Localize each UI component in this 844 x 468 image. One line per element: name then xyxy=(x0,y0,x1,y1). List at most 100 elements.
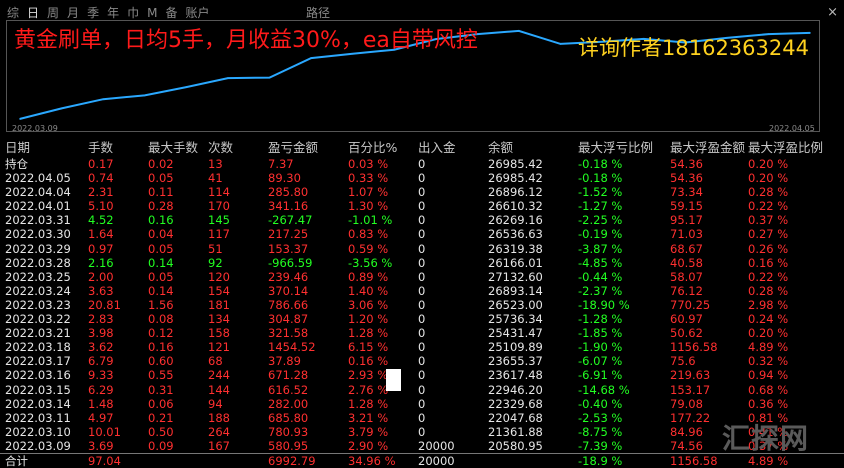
table-row[interactable]: 2022.03.21 3.98 0.12 158 321.58 1.28 % 0 25431.… xyxy=(0,326,844,340)
cell-flow: 0 xyxy=(418,297,426,312)
total-pct: 34.96 % xyxy=(348,453,396,468)
cell-pnl: 285.80 xyxy=(268,185,309,200)
table-row[interactable]: 2022.03.30 1.64 0.04 117 217.25 0.83 % 0 26536.… xyxy=(0,227,844,241)
cell-max-dd: -0.40 % xyxy=(578,396,623,411)
cell-pnl: 7.37 xyxy=(268,157,294,171)
cell-lots: 3.63 xyxy=(88,283,114,298)
cell-max-dd: -2.53 % xyxy=(578,410,623,425)
cell-balance: 26523.00 xyxy=(488,297,543,312)
cell-pct: 1.07 % xyxy=(348,185,389,200)
cell-count: 167 xyxy=(208,438,230,453)
cell-max-lots: 0.11 xyxy=(148,185,174,200)
cell-count: 117 xyxy=(208,227,230,242)
cell-balance: 26269.16 xyxy=(488,213,543,228)
table-row[interactable]: 2022.03.31 4.52 0.16 145 -267.47 -1.01 % 0 2626… xyxy=(0,213,844,227)
column-header[interactable]: 最大浮盈金额 xyxy=(670,139,745,157)
column-header[interactable]: 余额 xyxy=(488,139,513,157)
equity-point-6 xyxy=(268,76,271,79)
table-row[interactable]: 2022.03.16 9.33 0.55 244 671.28 2.93 % 0 23617.… xyxy=(0,368,844,382)
cell-lots: 0.17 xyxy=(88,157,114,171)
cell-max-float-pct: 0.20 % xyxy=(748,171,789,186)
cell-max-lots: 0.05 xyxy=(148,269,174,284)
table-row[interactable]: 2022.03.29 0.97 0.05 51 153.37 0.59 % 0 26319.3… xyxy=(0,242,844,256)
column-header[interactable]: 手数 xyxy=(88,139,113,157)
cell-max-float-profit: 60.97 xyxy=(670,312,703,327)
cell-flow: 0 xyxy=(418,424,426,439)
table-row[interactable]: 2022.03.11 4.97 0.21 188 685.80 3.21 % 0 22047.… xyxy=(0,411,844,425)
cell-balance: 23617.48 xyxy=(488,368,543,383)
column-header[interactable]: 百分比% xyxy=(348,139,397,157)
cell-max-lots: 0.04 xyxy=(148,227,174,242)
cell-balance: 26893.14 xyxy=(488,283,543,298)
column-header[interactable]: 最大手数 xyxy=(148,139,198,157)
cell-max-lots: 0.31 xyxy=(148,382,174,397)
table-row[interactable]: 2022.03.22 2.83 0.08 134 304.87 1.20 % 0 25736.… xyxy=(0,312,844,326)
cell-max-float-profit: 40.58 xyxy=(670,255,703,270)
cell-balance: 26610.32 xyxy=(488,199,543,214)
cell-max-float-profit: 74.56 xyxy=(670,438,703,453)
cell-flow: 0 xyxy=(418,241,426,256)
cell-flow: 20000 xyxy=(418,438,455,453)
table-row[interactable]: 2022.03.09 3.69 0.09 167 580.95 2.90 % 20000 20… xyxy=(0,439,844,453)
table-row[interactable]: 2022.03.25 2.00 0.05 120 239.46 0.89 % 0 27132.… xyxy=(0,270,844,284)
cell-count: 13 xyxy=(208,157,223,171)
table-row[interactable]: 2022.03.24 3.63 0.14 154 370.14 1.40 % 0 26893.… xyxy=(0,284,844,298)
cell-count: 158 xyxy=(208,326,230,341)
total-row: 合计 97.04 6992.79 34.96 % 20000 -18.9 % 1156.58… xyxy=(0,452,844,468)
cell-max-dd: -0.18 % xyxy=(578,157,623,171)
cell-max-float-profit: 54.36 xyxy=(670,157,703,171)
cell-balance: 22946.20 xyxy=(488,382,543,397)
cell-max-lots: 0.16 xyxy=(148,340,174,355)
column-header[interactable]: 日期 xyxy=(5,139,30,157)
table-header: 日期 手数 最大手数 次数 盈亏金额 百分比% 出入金 余额 最大浮亏比例 最大浮盈金额 最大浮盈比… xyxy=(0,139,844,157)
chart-start-date: 2022.03.09 xyxy=(12,124,58,133)
cell-count: 170 xyxy=(208,199,230,214)
table-row[interactable]: 2022.03.18 3.62 0.16 121 1454.52 6.15 % 0 25109… xyxy=(0,340,844,354)
table-row[interactable]: 2022.03.17 6.79 0.60 68 37.89 0.16 % 0 23655.37… xyxy=(0,354,844,368)
table-row[interactable]: 2022.03.28 2.16 0.14 92 -966.59 -3.56 % 0 26166… xyxy=(0,256,844,270)
cell-pct: 1.20 % xyxy=(348,312,389,327)
table-row[interactable]: 2022.04.05 0.74 0.05 41 89.30 0.33 % 0 26985.42… xyxy=(0,171,844,185)
table-row[interactable]: 2022.03.15 6.29 0.31 144 616.52 2.76 % 0 22946.… xyxy=(0,383,844,397)
cell-flow: 0 xyxy=(418,340,426,355)
cell-max-lots: 0.28 xyxy=(148,199,174,214)
cell-balance: 26166.01 xyxy=(488,255,543,270)
cell-lots: 2.31 xyxy=(88,185,114,200)
column-header[interactable]: 最大浮盈比例 xyxy=(748,139,823,157)
column-header[interactable]: 次数 xyxy=(208,139,233,157)
cell-pnl: 671.28 xyxy=(268,368,309,383)
cell-max-float-profit: 177.22 xyxy=(670,410,711,425)
equity-point-7 xyxy=(310,57,312,59)
equity-point-12 xyxy=(518,30,520,32)
cell-max-dd: -1.52 % xyxy=(578,185,623,200)
cell-max-float-profit: 79.08 xyxy=(670,396,703,411)
cell-pnl: 341.16 xyxy=(268,199,309,214)
table-row[interactable]: 2022.04.04 2.31 0.11 114 285.80 1.07 % 0 26896.… xyxy=(0,185,844,199)
cell-max-float-pct: 0.26 % xyxy=(748,241,789,256)
column-header[interactable]: 出入金 xyxy=(418,139,456,157)
white-marker xyxy=(386,369,401,391)
table-row[interactable]: 持仓 0.17 0.02 13 7.37 0.03 % 0 26985.42 -0.18 % 54… xyxy=(0,157,844,171)
cell-date: 2022.03.29 xyxy=(5,241,71,256)
table-row[interactable]: 2022.04.01 5.10 0.28 170 341.16 1.30 % 0 26610.… xyxy=(0,199,844,213)
cell-lots: 3.69 xyxy=(88,438,114,453)
cell-max-float-profit: 84.96 xyxy=(670,424,703,439)
cell-balance: 26985.42 xyxy=(488,171,543,186)
cell-flow: 0 xyxy=(418,199,426,214)
column-header[interactable]: 盈亏金额 xyxy=(268,139,318,157)
equity-point-0 xyxy=(19,118,21,120)
column-header[interactable]: 最大浮亏比例 xyxy=(578,139,653,157)
cell-max-lots: 0.08 xyxy=(148,312,174,327)
cell-pct: 0.03 % xyxy=(348,157,389,171)
cell-max-float-profit: 76.12 xyxy=(670,283,703,298)
table-row[interactable]: 2022.03.14 1.48 0.06 94 282.00 1.28 % 0 22329.6… xyxy=(0,397,844,411)
cell-lots: 3.62 xyxy=(88,340,114,355)
cell-max-float-profit: 219.63 xyxy=(670,368,711,383)
table-row[interactable]: 2022.03.23 20.81 1.56 181 786.66 3.06 % 0 26523… xyxy=(0,298,844,312)
cell-date: 2022.03.10 xyxy=(5,424,71,439)
close-icon[interactable]: × xyxy=(827,6,838,19)
cell-lots: 6.79 xyxy=(88,354,114,369)
ad-text-right: 详询作者18162363244 xyxy=(578,36,809,60)
table-row[interactable]: 2022.03.10 10.01 0.50 264 780.93 3.79 % 0 21361… xyxy=(0,425,844,439)
cell-pct: 3.21 % xyxy=(348,410,389,425)
